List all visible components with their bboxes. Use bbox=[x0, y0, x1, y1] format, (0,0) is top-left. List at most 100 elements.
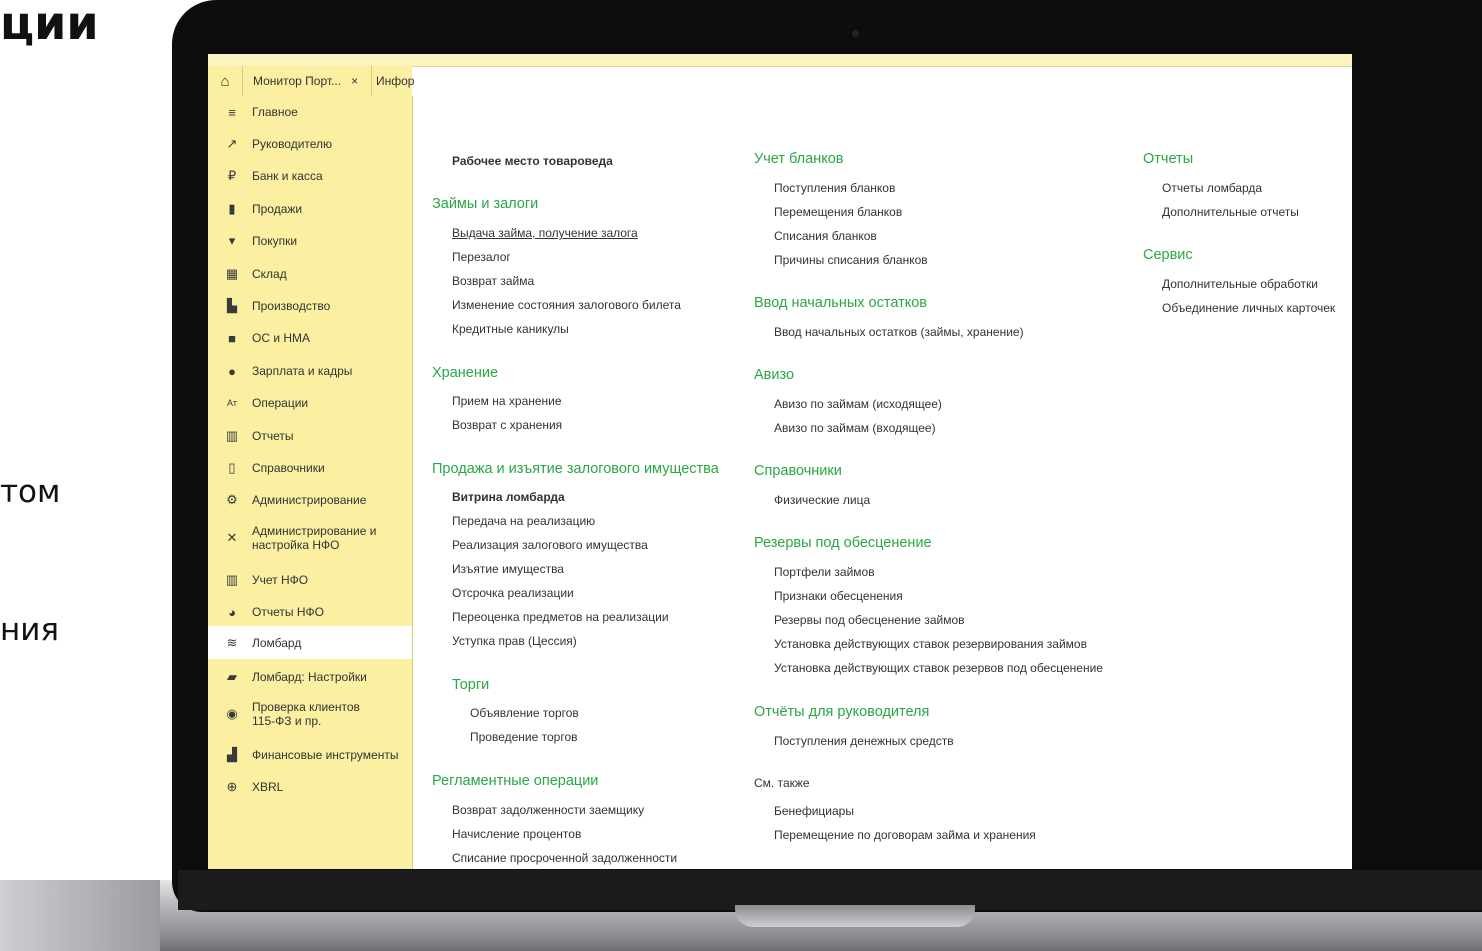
link-loan-portfolios[interactable]: Портфели займов bbox=[774, 565, 875, 579]
link-initial-balances[interactable]: Ввод начальных остатков (займы, хранение… bbox=[774, 325, 1024, 339]
sidebar-item-assets[interactable]: ■ ОС и НМА bbox=[208, 323, 412, 353]
section-loans-heading: Займы и залоги bbox=[432, 196, 539, 212]
link-storage-receive[interactable]: Прием на хранение bbox=[452, 394, 562, 408]
link-aviso-outgoing[interactable]: Авизо по займам (исходящее) bbox=[774, 397, 942, 411]
sidebar-item-client-check[interactable]: ◉ Проверка клиентов 115-ФЗ и пр. bbox=[208, 694, 412, 734]
link-beneficiaries[interactable]: Бенефициары bbox=[774, 804, 854, 818]
slide-text-fragment-1: том bbox=[0, 474, 61, 510]
link-impairment-rates[interactable]: Установка действующих ставок резервов по… bbox=[774, 661, 1103, 675]
link-debt-return[interactable]: Возврат задолженности заемщику bbox=[452, 803, 644, 817]
link-reserve-rates[interactable]: Установка действующих ставок резервирова… bbox=[774, 637, 1087, 651]
link-loan-issue[interactable]: Выдача займа, получение залога bbox=[452, 226, 638, 240]
sidebar: ≡ Главное ↗ Руководителю ₽ Банк и касса ▮ Пр… bbox=[208, 96, 413, 869]
cart-icon: ▾ bbox=[228, 233, 236, 248]
sidebar-item-financial-instruments[interactable]: ▟ Финансовые инструменты bbox=[208, 740, 412, 770]
link-auction-announce[interactable]: Объявление торгов bbox=[470, 706, 579, 720]
tools-icon: ✕ bbox=[226, 530, 238, 545]
section-reserves-heading: Резервы под обесценение bbox=[754, 535, 932, 551]
link-revaluation[interactable]: Переоценка предметов на реализации bbox=[452, 610, 669, 624]
sidebar-item-salary[interactable]: ● Зарплата и кадры bbox=[208, 356, 412, 386]
link-sale-deferral[interactable]: Отсрочка реализации bbox=[452, 586, 574, 600]
link-transfer-sale[interactable]: Передача на реализацию bbox=[452, 514, 595, 528]
link-sale-property[interactable]: Реализация залогового имущества bbox=[452, 538, 648, 552]
link-credit-holidays[interactable]: Кредитные каникулы bbox=[452, 322, 569, 336]
sidebar-item-nfo-accounting[interactable]: ▥ Учет НФО bbox=[208, 565, 412, 595]
sidebar-item-pawnshop-settings[interactable]: ▰ Ломбард: Настройки bbox=[208, 662, 412, 692]
tab-monitor[interactable]: Монитор Порт... × bbox=[243, 66, 372, 96]
book-icon: ▯ bbox=[228, 460, 236, 475]
link-merge-cards[interactable]: Объединение личных карточек bbox=[1162, 301, 1335, 315]
section-sale-heading: Продажа и изъятие залогового имущества bbox=[432, 461, 719, 477]
laptop-bezel-chin bbox=[178, 870, 1482, 910]
columns-icon: ▥ bbox=[225, 572, 239, 587]
sidebar-item-xbrl[interactable]: ⊕ XBRL bbox=[208, 772, 412, 802]
coins-icon: ≋ bbox=[226, 634, 238, 650]
link-showcase[interactable]: Витрина ломбарда bbox=[452, 490, 565, 504]
link-cash-receipts[interactable]: Поступления денежных средств bbox=[774, 734, 954, 748]
section-reports-heading: Отчеты bbox=[1143, 151, 1194, 167]
link-repledge[interactable]: Перезалог bbox=[452, 250, 511, 264]
slide-heading-fragment: ции bbox=[0, 0, 99, 50]
link-auction-conduct[interactable]: Проведение торгов bbox=[470, 730, 578, 744]
link-impairment-signs[interactable]: Признаки обесценения bbox=[774, 589, 903, 603]
link-cession[interactable]: Уступка прав (Цессия) bbox=[452, 634, 577, 648]
sidebar-item-nfo-reports[interactable]: ◕ Отчеты НФО bbox=[208, 597, 412, 627]
sidebar-item-purchases[interactable]: ▾ Покупки bbox=[208, 226, 412, 256]
link-pawnshop-reports[interactable]: Отчеты ломбарда bbox=[1162, 181, 1262, 195]
link-impairment-reserves[interactable]: Резервы под обесценение займов bbox=[774, 613, 965, 627]
section-service-heading: Сервис bbox=[1143, 247, 1193, 263]
tab-info[interactable]: Инфор bbox=[374, 66, 414, 96]
laptop-notch bbox=[735, 905, 975, 927]
link-storage-return[interactable]: Возврат с хранения bbox=[452, 418, 562, 432]
sidebar-item-bank[interactable]: ₽ Банк и касса bbox=[208, 161, 412, 191]
link-blanks-moves[interactable]: Перемещения бланков bbox=[774, 205, 902, 219]
truck-icon: ■ bbox=[228, 330, 236, 346]
home-tab[interactable]: ⌂ bbox=[208, 66, 243, 96]
sidebar-item-production[interactable]: ▙ Производство bbox=[208, 291, 412, 321]
ruble-icon: ₽ bbox=[227, 168, 237, 183]
link-blanks-reasons[interactable]: Причины списания бланков bbox=[774, 253, 928, 267]
link-blanks-receipts[interactable]: Поступления бланков bbox=[774, 181, 895, 195]
coins-gear-icon: ▰ bbox=[227, 669, 237, 684]
sidebar-item-sales[interactable]: ▮ Продажи bbox=[208, 194, 412, 224]
app-screen: ⌂ Монитор Порт... × Инфор ≡ Главное ↗ Руко… bbox=[208, 54, 1352, 869]
home-icon: ⌂ bbox=[220, 72, 230, 90]
sidebar-item-reports[interactable]: ▥ Отчеты bbox=[208, 421, 412, 451]
section-regulatory-heading: Регламентные операции bbox=[432, 773, 599, 789]
close-icon[interactable]: × bbox=[351, 74, 358, 88]
link-interest-accrual[interactable]: Начисление процентов bbox=[452, 827, 581, 841]
link-overdue-writeoff[interactable]: Списание просроченной задолженности bbox=[452, 851, 677, 865]
link-aviso-incoming[interactable]: Авизо по займам (входящее) bbox=[774, 421, 936, 435]
link-ticket-status-change[interactable]: Изменение состояния залогового билета bbox=[452, 298, 681, 312]
factory-icon: ▙ bbox=[227, 298, 237, 313]
section-initial-heading: Ввод начальных остатков bbox=[754, 295, 927, 311]
bar-chart-icon: ▥ bbox=[225, 428, 239, 443]
sidebar-item-warehouse[interactable]: ▦ Склад bbox=[208, 259, 412, 289]
section-storage-heading: Хранение bbox=[432, 365, 499, 381]
sidebar-item-pawnshop[interactable]: ≋ Ломбард bbox=[208, 626, 412, 659]
link-additional-processing[interactable]: Дополнительные обработки bbox=[1162, 277, 1318, 291]
link-blanks-writeoffs[interactable]: Списания бланков bbox=[774, 229, 877, 243]
eye-icon: ◉ bbox=[226, 706, 238, 721]
sidebar-item-admin-nfo[interactable]: ✕ Администрирование и настройка НФО bbox=[208, 518, 412, 558]
tab-bar: ⌂ Монитор Порт... × Инфор bbox=[208, 66, 414, 97]
section-references-heading: Справочники bbox=[754, 463, 842, 479]
link-seizure[interactable]: Изъятие имущества bbox=[452, 562, 564, 576]
sidebar-item-main[interactable]: ≡ Главное bbox=[208, 97, 412, 127]
sidebar-item-operations[interactable]: Ат Операции bbox=[208, 388, 412, 418]
see-also-label: См. также bbox=[754, 776, 810, 790]
link-additional-reports[interactable]: Дополнительные отчеты bbox=[1162, 205, 1299, 219]
xbrl-search-icon: ⊕ bbox=[226, 779, 238, 794]
link-loan-return[interactable]: Возврат займа bbox=[452, 274, 534, 288]
menu-icon: ≡ bbox=[228, 104, 236, 120]
workplace-link[interactable]: Рабочее место товароведа bbox=[452, 154, 613, 168]
link-individuals[interactable]: Физические лица bbox=[774, 493, 870, 507]
sidebar-item-manager[interactable]: ↗ Руководителю bbox=[208, 129, 412, 159]
finance-chart-icon: ▟ bbox=[227, 747, 237, 762]
sidebar-item-admin[interactable]: ⚙ Администрирование bbox=[208, 485, 412, 515]
link-contract-transfers[interactable]: Перемещение по договорам займа и хранени… bbox=[774, 828, 1036, 842]
sidebar-item-references[interactable]: ▯ Справочники bbox=[208, 453, 412, 483]
warehouse-icon: ▦ bbox=[225, 266, 239, 281]
slide-text-fragment-2: ния bbox=[0, 612, 60, 648]
trend-icon: ↗ bbox=[226, 136, 238, 151]
